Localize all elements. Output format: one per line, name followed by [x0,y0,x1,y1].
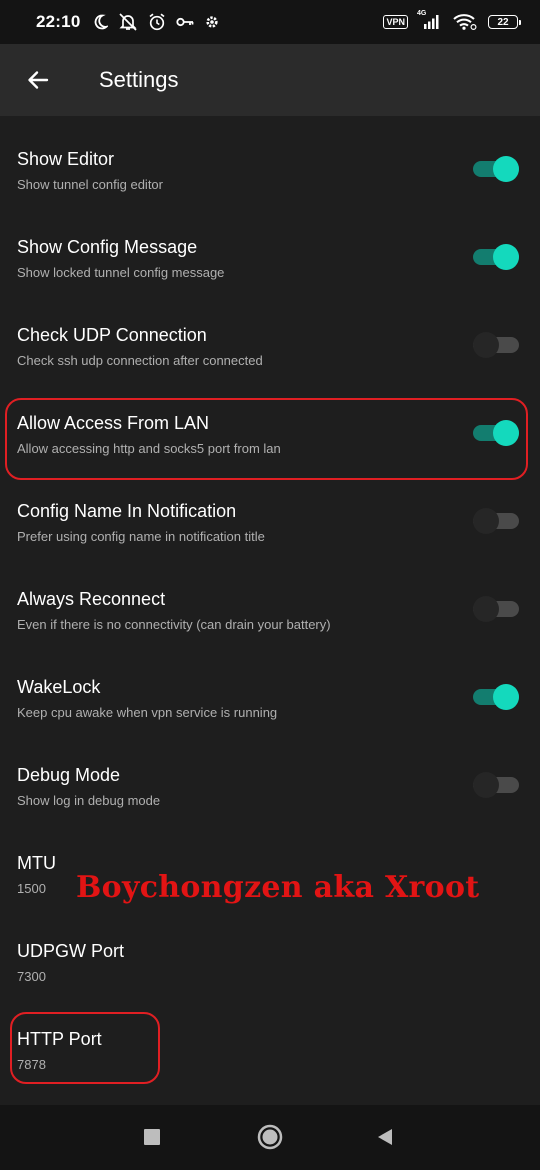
show-editor-toggle[interactable] [473,156,519,182]
setting-title: Show Editor [17,149,115,169]
status-time: 22:10 [36,12,81,31]
setting-subtitle: Show locked tunnel config message [17,265,225,280]
always-reconnect-toggle[interactable] [473,596,519,622]
setting-subtitle: Keep cpu awake when vpn service is runni… [17,705,278,720]
check-udp-connection-toggle[interactable] [473,332,519,358]
signal-icon: 4G [417,10,442,30]
setting-title: Show Config Message [17,237,198,257]
setting-title: MTU [17,853,56,873]
setting-title: Always Reconnect [17,589,166,609]
back-button[interactable] [18,60,58,100]
setting-title: Check UDP Connection [17,325,207,345]
setting-subtitle: Even if there is no connectivity (can dr… [17,617,331,632]
highlight-allow-access-from-lan [5,398,528,480]
wakelock-toggle[interactable] [473,684,519,710]
wifi-icon [452,13,478,31]
vpn-badge: VPN [383,15,408,29]
show-config-message-toggle[interactable] [473,244,519,270]
status-bar: 22:10 VPN 4G 22 [0,0,540,44]
notifications-off-icon [118,13,138,31]
page-title: Settings [99,67,179,92]
moon-icon [92,14,109,30]
network-type-label: 4G [417,10,427,17]
alarm-icon [148,13,166,31]
back-triangle-icon [376,1128,394,1146]
config-name-in-notification-toggle[interactable] [473,508,519,534]
setting-show-editor[interactable]: Show Editor Show tunnel config editor [0,116,540,204]
home-circle-icon [257,1124,283,1150]
setting-subtitle: Show tunnel config editor [17,177,163,192]
navigation-bar [0,1105,540,1170]
setting-check-udp-connection[interactable]: Check UDP Connection Check ssh udp conne… [0,292,540,380]
setting-title: Debug Mode [17,765,121,785]
setting-debug-mode[interactable]: Debug Mode Show log in debug mode [0,732,540,820]
setting-subtitle: Show log in debug mode [17,793,161,808]
highlight-http-port [10,1012,160,1084]
battery-icon: 22 [488,15,521,29]
setting-value: 1500 [17,881,46,896]
setting-config-name-in-notification[interactable]: Config Name In Notification Prefer using… [0,468,540,556]
setting-udpgw-port[interactable]: UDPGW Port 7300 [0,908,540,996]
status-right-icons: VPN 4G 22 [383,10,521,31]
watermark-text: Boychongzen aka Xroot [76,870,480,905]
back-nav-button[interactable] [368,1121,402,1153]
setting-value: 7300 [17,969,46,984]
setting-subtitle: Check ssh udp connection after connected [17,353,263,368]
home-button[interactable] [252,1119,288,1155]
app-bar: Settings [0,44,540,116]
recents-square-icon [143,1128,161,1146]
setting-wakelock[interactable]: WakeLock Keep cpu awake when vpn service… [0,644,540,732]
settings-list: Show Editor Show tunnel config editor Sh… [0,116,540,1084]
setting-title: WakeLock [17,677,101,697]
status-left-icons [92,13,220,31]
setting-subtitle: Prefer using config name in notification… [17,529,265,544]
setting-title: UDPGW Port [17,941,125,961]
setting-title: Config Name In Notification [17,501,237,521]
setting-show-config-message[interactable]: Show Config Message Show locked tunnel c… [0,204,540,292]
key-icon [176,16,194,28]
gear-icon [204,14,220,30]
battery-level: 22 [497,16,509,28]
recents-button[interactable] [136,1121,168,1153]
debug-mode-toggle[interactable] [473,772,519,798]
arrow-left-icon [26,68,50,92]
setting-always-reconnect[interactable]: Always Reconnect Even if there is no con… [0,556,540,644]
